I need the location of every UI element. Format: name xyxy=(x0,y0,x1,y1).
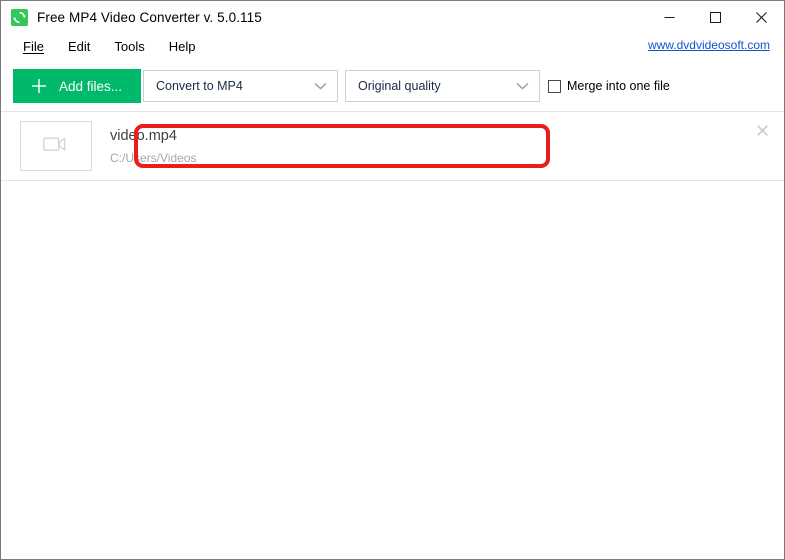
menu-item-edit[interactable]: Edit xyxy=(56,36,102,58)
empty-list-area xyxy=(1,181,784,559)
menu-item-help[interactable]: Help xyxy=(157,36,208,58)
toolbar: Add files... Convert to MP4 Original qua… xyxy=(1,61,784,168)
close-icon xyxy=(756,124,768,136)
menu-item-tools[interactable]: Tools xyxy=(102,36,156,58)
plus-icon xyxy=(31,78,47,94)
maximize-button[interactable] xyxy=(692,1,738,33)
file-meta: video.mp4 C:/Users/Videos xyxy=(110,127,196,166)
add-files-button[interactable]: Add files... xyxy=(13,69,141,103)
list-item[interactable]: video.mp4 C:/Users/Videos xyxy=(1,112,784,180)
file-list: video.mp4 C:/Users/Videos xyxy=(1,111,784,559)
title-bar: Free MP4 Video Converter v. 5.0.115 xyxy=(1,1,784,33)
refresh-circle-icon xyxy=(11,8,28,26)
chevron-down-icon xyxy=(314,82,327,90)
file-name: video.mp4 xyxy=(110,127,177,144)
close-button[interactable] xyxy=(738,1,784,33)
menu-item-file[interactable]: File xyxy=(11,36,56,58)
maximize-icon xyxy=(709,11,721,23)
window-title: Free MP4 Video Converter v. 5.0.115 xyxy=(37,9,262,25)
add-files-label: Add files... xyxy=(59,78,123,94)
window-controls xyxy=(646,1,784,33)
close-icon xyxy=(755,11,767,23)
format-dropdown[interactable]: Convert to MP4 xyxy=(143,70,338,102)
minimize-icon xyxy=(664,16,674,18)
file-path: C:/Users/Videos xyxy=(110,150,197,165)
minimize-button[interactable] xyxy=(646,1,692,33)
menu-bar: File Edit Tools Help www.dvdvideosoft.co… xyxy=(1,33,784,61)
merge-into-one-file-checkbox[interactable]: Merge into one file xyxy=(548,79,670,93)
quality-dropdown[interactable]: Original quality xyxy=(345,70,540,102)
format-dropdown-value: Convert to MP4 xyxy=(156,79,243,93)
merge-checkbox-label: Merge into one file xyxy=(567,79,670,93)
checkbox-box[interactable] xyxy=(548,79,561,93)
chevron-down-icon xyxy=(516,82,529,90)
website-link[interactable]: www.dvdvideosoft.com xyxy=(648,38,770,52)
quality-dropdown-value: Original quality xyxy=(358,79,441,93)
app-window: Free MP4 Video Converter v. 5.0.115 File… xyxy=(0,0,785,560)
video-camera-icon xyxy=(43,135,69,158)
remove-file-button[interactable] xyxy=(752,120,772,140)
video-thumbnail xyxy=(20,121,92,171)
